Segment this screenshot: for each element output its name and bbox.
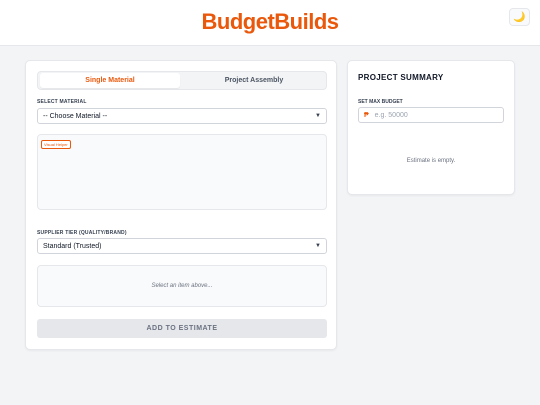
tab-project-assembly[interactable]: Project Assembly [184, 73, 324, 88]
mode-tabs: Single Material Project Assembly [37, 71, 327, 90]
estimate-empty-text: Estimate is empty. [406, 158, 456, 164]
visual-helper-badge: Visual Helper [41, 140, 71, 149]
app-header: BudgetBuilds 🌙 [0, 0, 540, 46]
item-preview-text: Select an item above... [151, 283, 213, 289]
budget-placeholder: e.g. 50000 [374, 111, 408, 119]
chevron-down-icon: ▼ [315, 113, 321, 119]
material-select-value: -- Choose Material -- [43, 112, 108, 120]
tab-single-material[interactable]: Single Material [40, 73, 180, 88]
material-select[interactable]: -- Choose Material -- ▼ [37, 108, 327, 124]
app-logo: BudgetBuilds [201, 9, 340, 34]
theme-toggle-button[interactable]: 🌙 [509, 8, 530, 26]
project-summary-panel: PROJECT SUMMARY SET MAX BUDGET ₱ e.g. 50… [347, 60, 515, 195]
supplier-label: SUPPLIER TIER (QUALITY/BRAND) [37, 230, 127, 236]
supplier-select[interactable]: Standard (Trusted) ▼ [37, 238, 327, 254]
chevron-down-icon: ▼ [315, 243, 321, 249]
estimator-panel: Single Material Project Assembly SELECT … [25, 60, 337, 350]
moon-icon: 🌙 [513, 11, 526, 23]
summary-title: PROJECT SUMMARY [358, 73, 444, 82]
max-budget-input[interactable]: ₱ e.g. 50000 [358, 107, 504, 123]
material-label: SELECT MATERIAL [37, 99, 87, 105]
peso-icon: ₱ [364, 111, 369, 119]
add-to-estimate-button[interactable]: ADD TO ESTIMATE [37, 319, 327, 338]
budget-label: SET MAX BUDGET [358, 99, 403, 105]
visual-helper-area: Visual Helper [37, 134, 327, 210]
item-preview: Select an item above... [37, 265, 327, 307]
supplier-select-value: Standard (Trusted) [43, 242, 102, 250]
